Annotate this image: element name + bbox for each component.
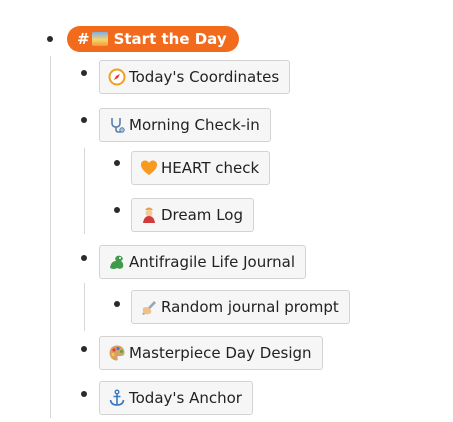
palette-icon [108, 344, 126, 362]
block-ref-heart-check[interactable]: HEART check [131, 151, 271, 185]
bullet-heart[interactable] [114, 160, 120, 166]
sunrise-icon [91, 32, 108, 46]
block-ref-random-journal-prompt[interactable]: Random journal prompt [131, 290, 350, 324]
writing-hand-icon [140, 298, 158, 316]
stethoscope-icon [108, 116, 126, 134]
indent-guide-journal [84, 283, 85, 331]
tag-hash: # [77, 30, 90, 48]
bullet-coordinates[interactable] [81, 70, 87, 76]
bullet-root[interactable] [47, 36, 53, 42]
start-the-day-tag[interactable]: # Start the Day [67, 26, 239, 52]
chip-label: Random journal prompt [161, 298, 339, 316]
compass-icon [108, 68, 126, 86]
chip-label: Today's Anchor [129, 389, 242, 407]
bullet-masterpiece[interactable] [81, 346, 87, 352]
bullet-prompt[interactable] [114, 301, 120, 307]
block-ref-todays-coordinates[interactable]: Today's Coordinates [99, 60, 291, 94]
block-ref-morning-check-in[interactable]: Morning Check-in [99, 108, 271, 142]
orange-heart-icon [140, 159, 158, 177]
dragon-icon [108, 253, 126, 271]
bullet-anchor[interactable] [81, 391, 87, 397]
indent-guide-root [50, 56, 51, 418]
chip-label: HEART check [161, 159, 260, 177]
genie-icon [140, 206, 158, 224]
block-ref-antifragile-life-journal[interactable]: Antifragile Life Journal [99, 245, 306, 279]
block-ref-todays-anchor[interactable]: Today's Anchor [99, 381, 253, 415]
chip-label: Dream Log [161, 206, 243, 224]
chip-label: Today's Coordinates [129, 68, 280, 86]
tag-label: Start the Day [113, 30, 227, 48]
chip-label: Morning Check-in [129, 116, 260, 134]
block-ref-dream-log[interactable]: Dream Log [131, 198, 254, 232]
bullet-checkin[interactable] [81, 117, 87, 123]
bullet-dream[interactable] [114, 207, 120, 213]
indent-guide-checkin [84, 148, 85, 234]
bullet-journal[interactable] [81, 255, 87, 261]
anchor-icon [108, 389, 126, 407]
chip-label: Antifragile Life Journal [129, 253, 295, 271]
block-ref-masterpiece-day-design[interactable]: Masterpiece Day Design [99, 336, 323, 370]
chip-label: Masterpiece Day Design [129, 344, 312, 362]
